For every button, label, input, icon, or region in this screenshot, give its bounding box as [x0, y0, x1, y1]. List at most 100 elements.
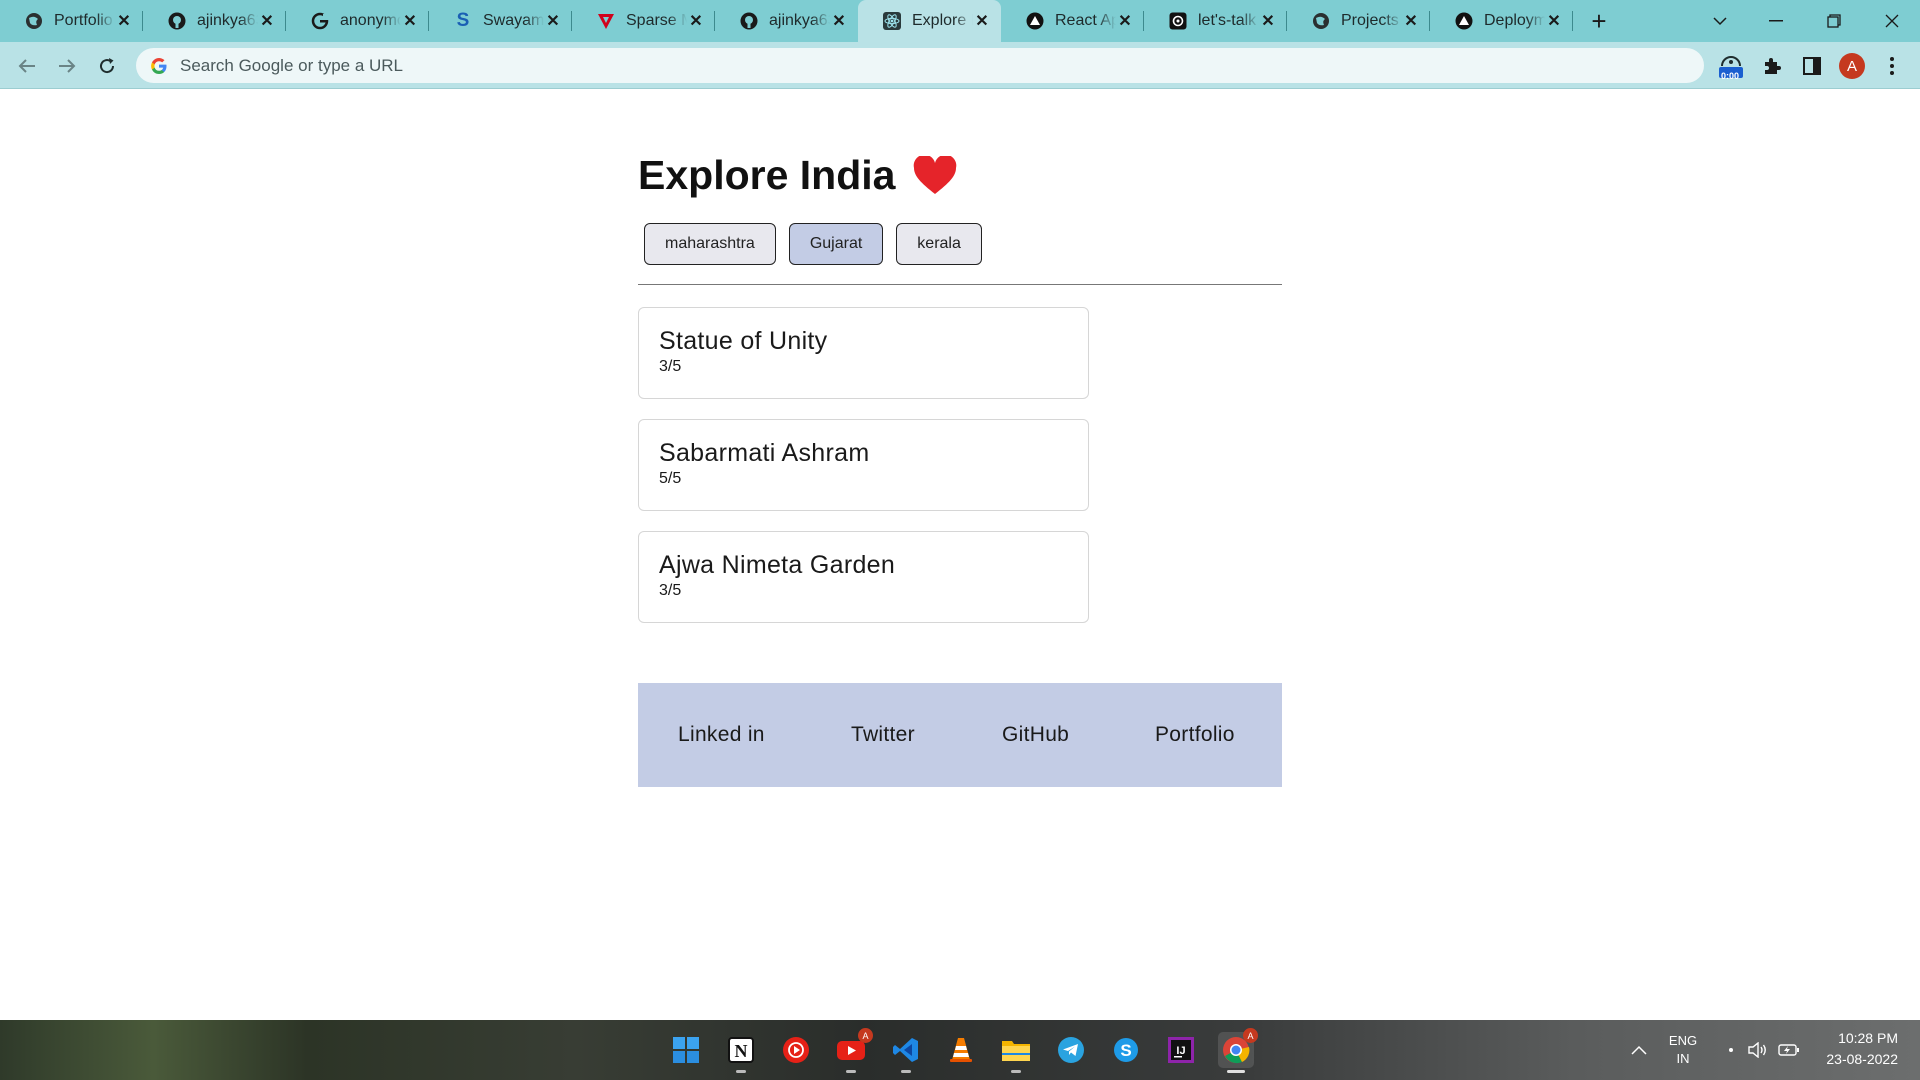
tab-10[interactable]: Deployme ✕ [1430, 0, 1573, 42]
network-icon[interactable] [1720, 1020, 1742, 1080]
tab-5[interactable]: ajinkya63 ✕ [715, 0, 858, 42]
running-indicator [1227, 1070, 1245, 1073]
language-code: ENG [1668, 1033, 1698, 1048]
github-icon [167, 11, 187, 31]
close-icon[interactable]: ✕ [1259, 12, 1277, 30]
tab-title: anonymous [340, 12, 401, 29]
running-indicator [1011, 1070, 1021, 1073]
close-icon[interactable]: ✕ [1116, 12, 1134, 30]
vscode-icon[interactable] [888, 1032, 924, 1073]
google-icon [310, 11, 330, 31]
vercel-icon [1454, 11, 1474, 31]
tab-2[interactable]: anonymous ✕ [286, 0, 429, 42]
kebab-menu-icon[interactable] [1876, 50, 1908, 82]
forward-arrow-icon[interactable] [51, 50, 83, 82]
footer-link-portfolio[interactable]: Portfolio [1155, 723, 1235, 747]
tab-title: Swayam [483, 12, 544, 29]
vlc-icon[interactable] [943, 1032, 979, 1068]
tab-6-active[interactable]: Explore In ✕ [858, 0, 1001, 42]
close-icon[interactable]: ✕ [1402, 12, 1420, 30]
avatar: A [1839, 53, 1865, 79]
chrome-profile-badge: A [1243, 1028, 1258, 1043]
place-rating: 5/5 [659, 470, 682, 487]
tab-0[interactable]: Portfolio ✕ [0, 0, 143, 42]
tab-title: Sparse M [626, 12, 687, 29]
close-icon[interactable]: ✕ [973, 12, 991, 30]
tab-8[interactable]: let's-talk ✕ [1144, 0, 1287, 42]
volume-icon[interactable] [1744, 1020, 1772, 1080]
tab-4[interactable]: Sparse M ✕ [572, 0, 715, 42]
extensions-puzzle-icon[interactable] [1756, 50, 1788, 82]
close-icon[interactable]: ✕ [401, 12, 419, 30]
swayam-icon: S [456, 10, 470, 31]
browser-toolbar: 0:00 A [0, 42, 1920, 89]
clock-date: 23-08-2022 [1826, 1051, 1898, 1067]
side-panel-icon[interactable] [1796, 50, 1828, 82]
place-name: Sabarmati Ashram [659, 439, 870, 467]
tab-7[interactable]: React App ✕ [1001, 0, 1144, 42]
restore-icon[interactable] [1806, 0, 1862, 42]
footer: Linked in Twitter GitHub Portfolio [638, 683, 1282, 787]
svg-text:S: S [1120, 1041, 1131, 1060]
profile-avatar[interactable]: A [1836, 50, 1868, 82]
footer-link-linkedin[interactable]: Linked in [678, 723, 765, 747]
file-explorer-icon[interactable] [998, 1032, 1034, 1073]
sparse-icon [596, 11, 616, 31]
windows-start-icon[interactable] [668, 1032, 704, 1068]
tab-9[interactable]: Projects ✕ [1287, 0, 1430, 42]
notion-icon[interactable]: N [723, 1032, 759, 1073]
telegram-icon[interactable] [1053, 1032, 1089, 1068]
skype-icon[interactable]: S [1108, 1032, 1144, 1068]
clock-time: 10:28 PM [1838, 1030, 1898, 1046]
minimize-icon[interactable] [1748, 0, 1804, 42]
close-icon[interactable]: ✕ [258, 12, 276, 30]
language-indicator[interactable]: ENG IN [1660, 1020, 1706, 1080]
new-tab-button[interactable]: + [1579, 0, 1619, 42]
region-button-maharashtra[interactable]: maharashtra [644, 223, 776, 265]
tab-title: ajinkya63 [769, 12, 830, 29]
place-card: Ajwa Nimeta Garden 3/5 [638, 531, 1089, 623]
heart-icon [914, 155, 957, 194]
close-icon[interactable]: ✕ [687, 12, 705, 30]
omnibox-input[interactable] [180, 55, 1580, 76]
windows-taskbar: N A S IJ A ENG IN 10:28 PM 23-08-2022 [0, 1020, 1920, 1080]
region-button-gujarat[interactable]: Gujarat [788, 223, 884, 265]
web-page: Explore India maharashtra Gujarat kerala… [0, 90, 1920, 1020]
intellij-icon[interactable]: IJ [1163, 1032, 1199, 1068]
running-indicator [901, 1070, 911, 1073]
region-code: IN [1676, 1051, 1690, 1066]
globe-icon [24, 11, 44, 31]
system-clock[interactable]: 10:28 PM 23-08-2022 [1808, 1028, 1898, 1070]
youtube-icon[interactable]: A [833, 1028, 873, 1073]
region-button-kerala[interactable]: kerala [896, 223, 982, 265]
footer-link-twitter[interactable]: Twitter [851, 723, 915, 747]
close-icon[interactable]: ✕ [544, 12, 562, 30]
tab-3[interactable]: S Swayam ✕ [429, 0, 572, 42]
tab-title: let's-talk [1198, 12, 1257, 29]
place-card: Sabarmati Ashram 5/5 [638, 419, 1089, 511]
chrome-icon[interactable]: A [1218, 1028, 1258, 1073]
battery-charging-icon[interactable] [1774, 1020, 1804, 1080]
youtube-music-icon[interactable] [778, 1032, 814, 1068]
close-icon[interactable]: ✕ [115, 12, 133, 30]
divider [638, 284, 1282, 285]
footer-link-github[interactable]: GitHub [1002, 723, 1069, 747]
close-window-icon[interactable] [1864, 0, 1920, 42]
close-icon[interactable]: ✕ [1545, 12, 1563, 30]
vercel-icon [1025, 11, 1045, 31]
tab-1[interactable]: ajinkya63 ✕ [143, 0, 286, 42]
reload-icon[interactable] [91, 50, 123, 82]
tab-search-chevron-icon[interactable] [1692, 0, 1748, 42]
page-title-text: Explore India [638, 152, 896, 198]
tab-title: ajinkya63 [197, 12, 258, 29]
omnibox[interactable] [136, 48, 1704, 83]
back-arrow-icon[interactable] [11, 50, 43, 82]
tab-title: Explore In [912, 12, 973, 29]
notification-badge: A [858, 1028, 873, 1043]
close-icon[interactable]: ✕ [830, 12, 848, 30]
google-g-icon [151, 57, 167, 74]
tab-title: Deployme [1484, 12, 1545, 29]
running-indicator [736, 1070, 746, 1073]
tray-chevron-up-icon[interactable] [1622, 1020, 1656, 1080]
extension-timer-icon[interactable]: 0:00 [1715, 50, 1747, 82]
